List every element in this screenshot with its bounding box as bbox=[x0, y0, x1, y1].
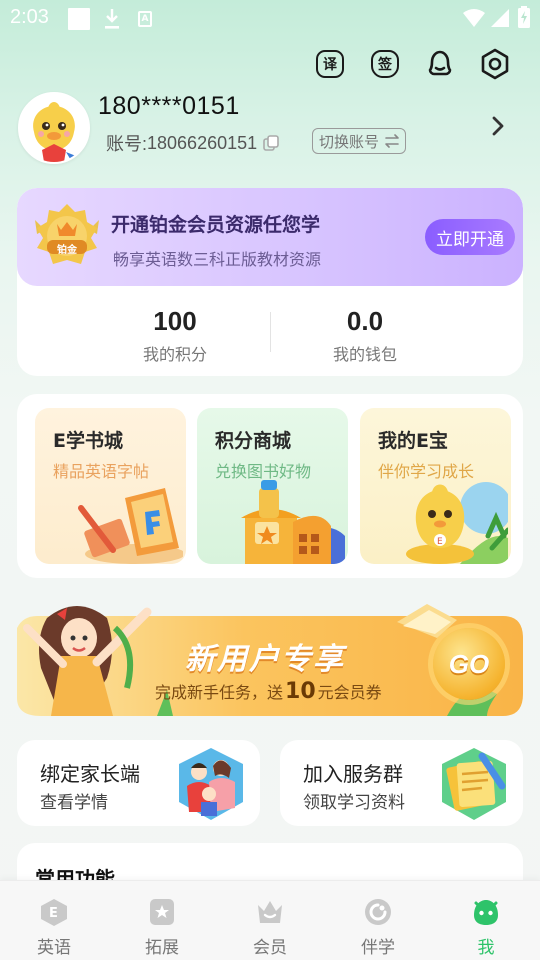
bookstore-illustration bbox=[78, 488, 183, 564]
translate-glyph: 译 bbox=[323, 57, 337, 73]
nav-label: 会员 bbox=[253, 938, 287, 958]
switch-account-button[interactable]: 切换账号 bbox=[312, 128, 407, 154]
accessibility-a-icon: A bbox=[138, 11, 152, 27]
account-row: 账号: 18066260151 bbox=[106, 130, 279, 156]
translate-icon: 译 bbox=[316, 50, 344, 78]
vip-card: 铂金 开通铂金会员资源任您学 畅享英语数三科正版教材资源 立即开通 100 我的… bbox=[17, 188, 523, 376]
open-vip-button[interactable]: 立即开通 bbox=[425, 219, 515, 255]
nav-label: 伴学 bbox=[361, 938, 395, 958]
card-title: 绑定家长端 bbox=[40, 762, 140, 786]
signal-icon bbox=[491, 9, 509, 27]
feature-title: E学书城 bbox=[53, 430, 123, 452]
feature-title: 积分商城 bbox=[215, 430, 292, 452]
companion-icon bbox=[365, 899, 391, 925]
battery-charging-icon bbox=[518, 6, 530, 28]
platinum-badge-icon bbox=[35, 204, 99, 264]
avatar[interactable] bbox=[18, 92, 90, 164]
new-user-banner[interactable]: 新用户专享 完成新手任务，送 10 元会员券 GO bbox=[17, 598, 523, 718]
e-bookstore-card[interactable]: E学书城 精品英语字帖 bbox=[35, 408, 186, 564]
go-button[interactable]: GO bbox=[433, 628, 505, 700]
svg-text:E: E bbox=[437, 537, 443, 547]
account-number: 18066260151 bbox=[147, 132, 258, 153]
new-user-amount: 10 bbox=[285, 679, 316, 704]
username: 180****0151 bbox=[98, 92, 240, 120]
vip-banner[interactable]: 铂金 开通铂金会员资源任您学 畅享英语数三科正版教材资源 立即开通 bbox=[17, 188, 523, 286]
study-materials-illustration bbox=[442, 748, 506, 820]
sign-glyph: 签 bbox=[378, 57, 392, 73]
points-mall-illustration bbox=[241, 480, 345, 564]
wifi-icon bbox=[463, 9, 485, 27]
profile-chevron-right-icon[interactable] bbox=[490, 114, 506, 138]
wallet-value: 0.0 bbox=[346, 306, 384, 336]
points-value: 100 bbox=[153, 306, 197, 336]
copy-icon[interactable] bbox=[263, 135, 279, 151]
card-subtitle: 领取学习资料 bbox=[303, 793, 405, 813]
switch-account-label: 切换账号 bbox=[319, 132, 380, 151]
nav-item-english[interactable]: E 英语 bbox=[0, 881, 108, 960]
vip-title: 开通铂金会员资源任您学 bbox=[111, 214, 321, 236]
settings-icon[interactable] bbox=[479, 48, 511, 80]
feature-panel: E学书城 精品英语字帖 积分商城 兑换图书好物 我的E宝 伴你学习成长 E bbox=[17, 394, 523, 578]
english-icon: E bbox=[41, 899, 67, 926]
sign-in-icon: 签 bbox=[371, 50, 399, 78]
svg-text:E: E bbox=[49, 906, 58, 921]
my-ebao-card[interactable]: 我的E宝 伴你学习成长 E bbox=[360, 408, 511, 564]
account-prefix: 账号: bbox=[106, 134, 148, 154]
swap-arrows-icon bbox=[385, 134, 399, 148]
nav-item-member[interactable]: 会员 bbox=[216, 881, 324, 960]
sign-in-button[interactable]: 签 bbox=[369, 48, 401, 80]
points-mall-card[interactable]: 积分商城 兑换图书好物 bbox=[197, 408, 348, 564]
points-stat[interactable]: 100 我的积分 bbox=[75, 306, 275, 365]
wallet-stat[interactable]: 0.0 我的钱包 bbox=[265, 306, 465, 365]
download-icon bbox=[105, 9, 119, 29]
new-user-desc-before: 完成新手任务，送 bbox=[155, 683, 284, 702]
nav-label: 我 bbox=[477, 938, 495, 958]
join-service-group-card[interactable]: 加入服务群 领取学习资料 bbox=[280, 740, 523, 826]
new-user-title: 新用户专享 bbox=[185, 642, 345, 677]
card-subtitle: 查看学情 bbox=[40, 793, 108, 813]
crown-icon bbox=[258, 901, 282, 923]
new-user-description: 完成新手任务，送 10 元会员券 bbox=[155, 679, 382, 704]
new-user-desc-after: 元会员券 bbox=[317, 683, 382, 702]
nav-label: 拓展 bbox=[145, 938, 179, 958]
notification-bell-icon[interactable] bbox=[424, 48, 456, 80]
nav-item-me[interactable]: 我 bbox=[432, 881, 540, 960]
ebao-mascot-illustration: E bbox=[406, 482, 508, 564]
bottom-nav: E 英语 拓展 会员 伴学 我 bbox=[0, 880, 540, 960]
translate-button[interactable]: 译 bbox=[314, 48, 346, 80]
feature-title: 我的E宝 bbox=[378, 430, 448, 452]
go-label: GO bbox=[448, 648, 490, 679]
status-bar: 2:03 A bbox=[0, 0, 540, 36]
nav-item-extension[interactable]: 拓展 bbox=[108, 881, 216, 960]
mascot-avatar-image bbox=[20, 94, 88, 162]
girl-illustration bbox=[23, 606, 152, 716]
status-time: 2:03 bbox=[10, 6, 49, 28]
family-illustration bbox=[179, 748, 243, 820]
points-label: 我的积分 bbox=[142, 345, 207, 364]
nav-item-companion[interactable]: 伴学 bbox=[324, 881, 432, 960]
vip-badge-text: 铂金 bbox=[57, 245, 77, 256]
notification-square-icon bbox=[68, 8, 90, 30]
vip-subtitle: 畅享英语数三科正版教材资源 bbox=[113, 250, 322, 269]
bind-parent-card[interactable]: 绑定家长端 查看学情 bbox=[17, 740, 260, 826]
me-icon bbox=[474, 900, 498, 925]
card-title: 加入服务群 bbox=[303, 762, 403, 786]
star-icon bbox=[150, 899, 174, 925]
nav-label: 英语 bbox=[37, 938, 71, 958]
wallet-label: 我的钱包 bbox=[332, 345, 397, 364]
